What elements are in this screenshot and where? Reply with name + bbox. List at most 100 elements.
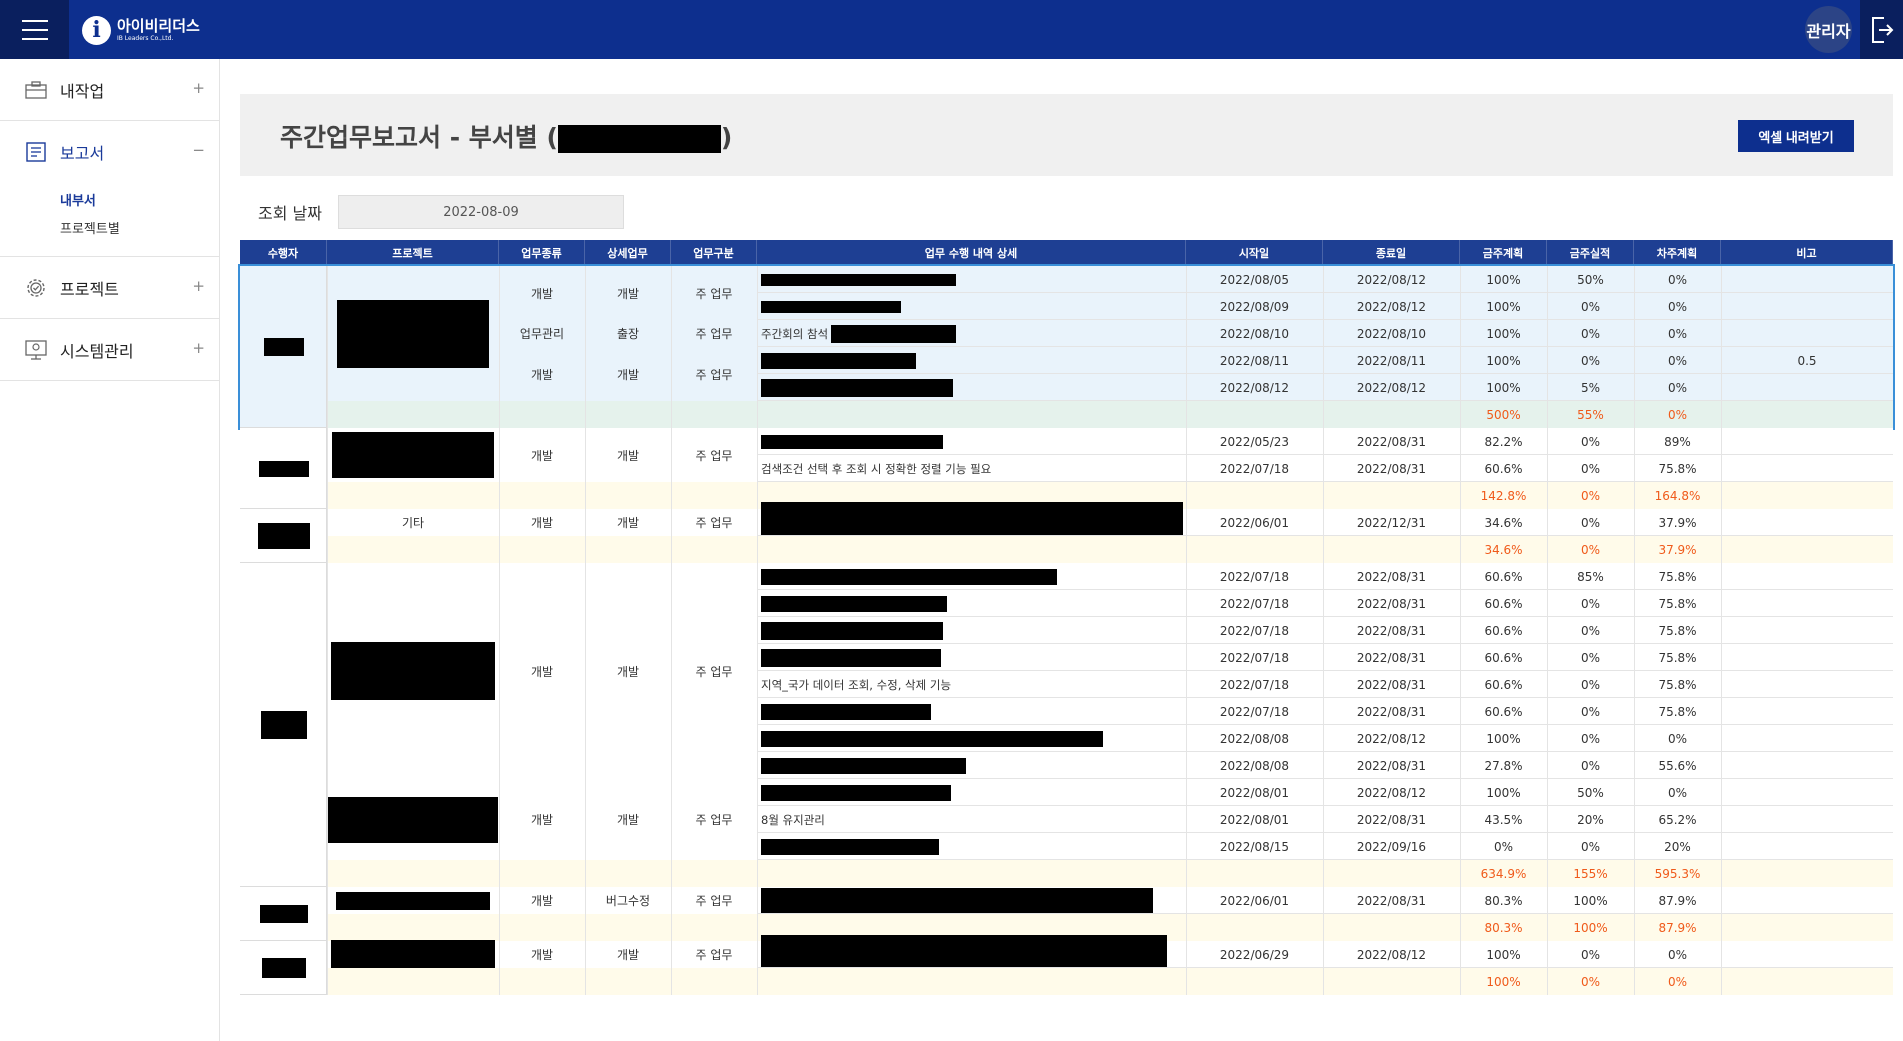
cell-start: 2022/07/18 bbox=[1219, 623, 1290, 638]
sidebar-item-label: 프로젝트 bbox=[60, 279, 119, 299]
column-divider bbox=[1323, 509, 1324, 563]
cell-next: 37.9% bbox=[1658, 515, 1697, 530]
excel-download-button[interactable]: 엑셀 내려받기 bbox=[1738, 120, 1854, 152]
cell-start: 2022/08/05 bbox=[1219, 272, 1290, 287]
task-description-cell[interactable]: 지역_국가 데이터 조회, 수정, 삭제 기능 bbox=[757, 671, 1186, 698]
task-description-cell[interactable]: 8월 유지관리 bbox=[757, 806, 1186, 833]
cell-plan: 100% bbox=[1486, 785, 1521, 800]
cell-start: 2022/07/18 bbox=[1219, 704, 1290, 719]
column-divider bbox=[1460, 887, 1461, 941]
task-description-cell[interactable]: 주간회의 참석 bbox=[757, 320, 1186, 347]
cell-start: 2022/07/18 bbox=[1219, 650, 1290, 665]
collapse-icon[interactable]: − bbox=[192, 141, 205, 159]
sidebar-subitem-my-department[interactable]: 내부서 bbox=[60, 188, 219, 216]
column-divider bbox=[327, 563, 328, 887]
task-description-cell[interactable]: 검색조건 선택 후 조회 시 정확한 정렬 기능 필요 bbox=[757, 455, 1186, 482]
cell-end: 2022/08/31 bbox=[1356, 758, 1427, 773]
cell-end: 2022/08/11 bbox=[1356, 353, 1427, 368]
cell-actual: 0% bbox=[1580, 434, 1601, 449]
cell-start: 2022/07/18 bbox=[1219, 677, 1290, 692]
date-field[interactable] bbox=[338, 195, 624, 229]
table-header: 수행자 프로젝트 업무종류 상세업무 업무구분 업무 수행 내역 상세 시작일 종료일 금주계획… bbox=[240, 240, 1893, 266]
work-type-cell: 개발 bbox=[530, 894, 554, 908]
sidebar-group-report: 보고서 − 내부서 프로젝트별 bbox=[0, 121, 219, 257]
monitor-icon bbox=[22, 338, 50, 362]
work-detail-cell: 개발 bbox=[616, 664, 640, 679]
column-divider bbox=[327, 941, 328, 995]
hamburger-menu-icon[interactable] bbox=[0, 0, 69, 59]
column-divider bbox=[1323, 428, 1324, 509]
cell-actual: 0% bbox=[1580, 704, 1601, 719]
report-table: 수행자 프로젝트 업무종류 상세업무 업무구분 업무 수행 내역 상세 시작일 종료일 금주계획… bbox=[238, 240, 1895, 995]
redacted-block bbox=[761, 434, 943, 449]
column-divider bbox=[327, 509, 328, 563]
company-logo[interactable]: i 아이비리더스 IB Leaders Co.,Ltd. bbox=[82, 14, 200, 46]
column-divider bbox=[327, 887, 328, 941]
cell-next: 75.8% bbox=[1658, 569, 1697, 584]
column-divider bbox=[1547, 266, 1548, 428]
cell-start: 2022/08/12 bbox=[1219, 380, 1290, 395]
cell-note bbox=[1721, 671, 1893, 698]
cell-plan: 100% bbox=[1486, 353, 1521, 368]
total-actual: 0% bbox=[1580, 974, 1601, 989]
cell-end: 2022/08/31 bbox=[1356, 893, 1427, 908]
expand-icon[interactable]: + bbox=[192, 79, 205, 97]
column-divider bbox=[1186, 941, 1187, 995]
sidebar-subitem-by-project[interactable]: 프로젝트별 bbox=[60, 216, 219, 244]
column-divider bbox=[1547, 428, 1548, 509]
cell-actual: 5% bbox=[1580, 380, 1601, 395]
toolbox-icon bbox=[22, 78, 50, 102]
cell-plan: 60.6% bbox=[1484, 623, 1523, 638]
column-divider bbox=[1460, 563, 1461, 887]
column-divider bbox=[327, 428, 328, 509]
total-plan: 34.6% bbox=[1484, 542, 1523, 557]
cell-start: 2022/07/18 bbox=[1219, 569, 1290, 584]
redacted-block bbox=[261, 958, 306, 978]
column-divider bbox=[1721, 887, 1722, 941]
logout-icon[interactable] bbox=[1860, 0, 1903, 59]
redacted-block bbox=[336, 891, 490, 910]
cell-start: 2022/08/11 bbox=[1219, 353, 1290, 368]
column-divider bbox=[671, 509, 672, 563]
redacted-block bbox=[263, 338, 304, 356]
column-divider bbox=[585, 428, 586, 509]
cell-actual: 0% bbox=[1580, 623, 1601, 638]
cell-end: 2022/08/31 bbox=[1356, 569, 1427, 584]
cell-start: 2022/08/01 bbox=[1219, 812, 1290, 827]
cell-next: 75.8% bbox=[1658, 677, 1697, 692]
cell-end: 2022/08/31 bbox=[1356, 596, 1427, 611]
redacted-block bbox=[761, 730, 1103, 747]
cell-start: 2022/07/18 bbox=[1219, 596, 1290, 611]
column-divider bbox=[1323, 887, 1324, 941]
sidebar-item-report[interactable]: 보고서 − bbox=[0, 121, 219, 182]
cell-next: 0% bbox=[1667, 272, 1688, 287]
cell-actual: 0% bbox=[1580, 326, 1601, 341]
sidebar-item-system-admin[interactable]: 시스템관리 + bbox=[0, 319, 219, 380]
column-divider bbox=[1547, 887, 1548, 941]
redacted-block bbox=[761, 703, 931, 720]
expand-icon[interactable]: + bbox=[192, 277, 205, 295]
expand-icon[interactable]: + bbox=[192, 339, 205, 357]
sidebar-item-project[interactable]: 프로젝트 + bbox=[0, 257, 219, 318]
column-divider bbox=[671, 266, 672, 428]
sidebar-item-my-work[interactable]: 내작업 + bbox=[0, 59, 219, 120]
column-divider bbox=[1323, 941, 1324, 995]
page-title-suffix: ) bbox=[720, 123, 733, 152]
redacted-block bbox=[257, 523, 310, 549]
column-divider bbox=[499, 266, 500, 428]
redacted-block bbox=[331, 939, 495, 970]
column-divider bbox=[1721, 941, 1722, 995]
cell-note bbox=[1721, 752, 1893, 779]
cell-note bbox=[1721, 698, 1893, 725]
admin-avatar[interactable]: 관리자 bbox=[1805, 6, 1852, 53]
cell-start: 2022/06/01 bbox=[1219, 515, 1290, 530]
cell-actual: 0% bbox=[1580, 596, 1601, 611]
cell-next: 75.8% bbox=[1658, 461, 1697, 476]
column-divider bbox=[1547, 563, 1548, 887]
redacted-block bbox=[761, 273, 956, 286]
cell-end: 2022/08/31 bbox=[1356, 677, 1427, 692]
cell-plan: 43.5% bbox=[1484, 812, 1523, 827]
cell-end: 2022/08/12 bbox=[1356, 299, 1427, 314]
total-actual: 100% bbox=[1573, 920, 1608, 935]
work-kind-cell: 주 업무 bbox=[695, 327, 733, 341]
